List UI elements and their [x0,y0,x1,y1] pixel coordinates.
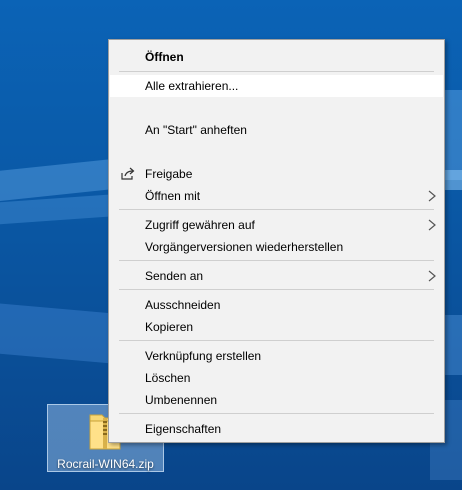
menu-separator [119,209,434,210]
menu-separator [119,413,434,414]
menu-item-extract-all[interactable]: Alle extrahieren... [110,75,443,97]
menu-separator [119,260,434,261]
menu-separator [119,340,434,341]
menu-separator [119,289,434,290]
chevron-right-icon [428,270,436,282]
menu-item-pin-to-start[interactable]: An "Start" anheften [110,119,443,141]
menu-item-open-with[interactable]: Öffnen mit [110,185,443,207]
share-icon [121,167,135,180]
menu-item-properties[interactable]: Eigenschaften [110,418,443,440]
file-name-label: Rocrail-WIN64.zip [57,457,154,471]
menu-item-cut[interactable]: Ausschneiden [110,294,443,316]
menu-item-send-to[interactable]: Senden an [110,265,443,287]
menu-item-copy[interactable]: Kopieren [110,316,443,338]
chevron-right-icon [428,219,436,231]
chevron-right-icon [428,190,436,202]
menu-item-rename[interactable]: Umbenennen [110,389,443,411]
menu-item-create-shortcut[interactable]: Verknüpfung erstellen [110,345,443,367]
menu-item-open[interactable]: Öffnen [110,46,443,68]
context-menu: Öffnen Alle extrahieren... An "Start" an… [108,39,445,443]
menu-item-delete[interactable]: Löschen [110,367,443,389]
menu-item-share[interactable]: Freigabe [110,163,443,185]
menu-separator [119,71,434,72]
menu-item-restore-previous-versions[interactable]: Vorgängerversionen wiederherstellen [110,236,443,258]
menu-item-give-access-to[interactable]: Zugriff gewähren auf [110,214,443,236]
